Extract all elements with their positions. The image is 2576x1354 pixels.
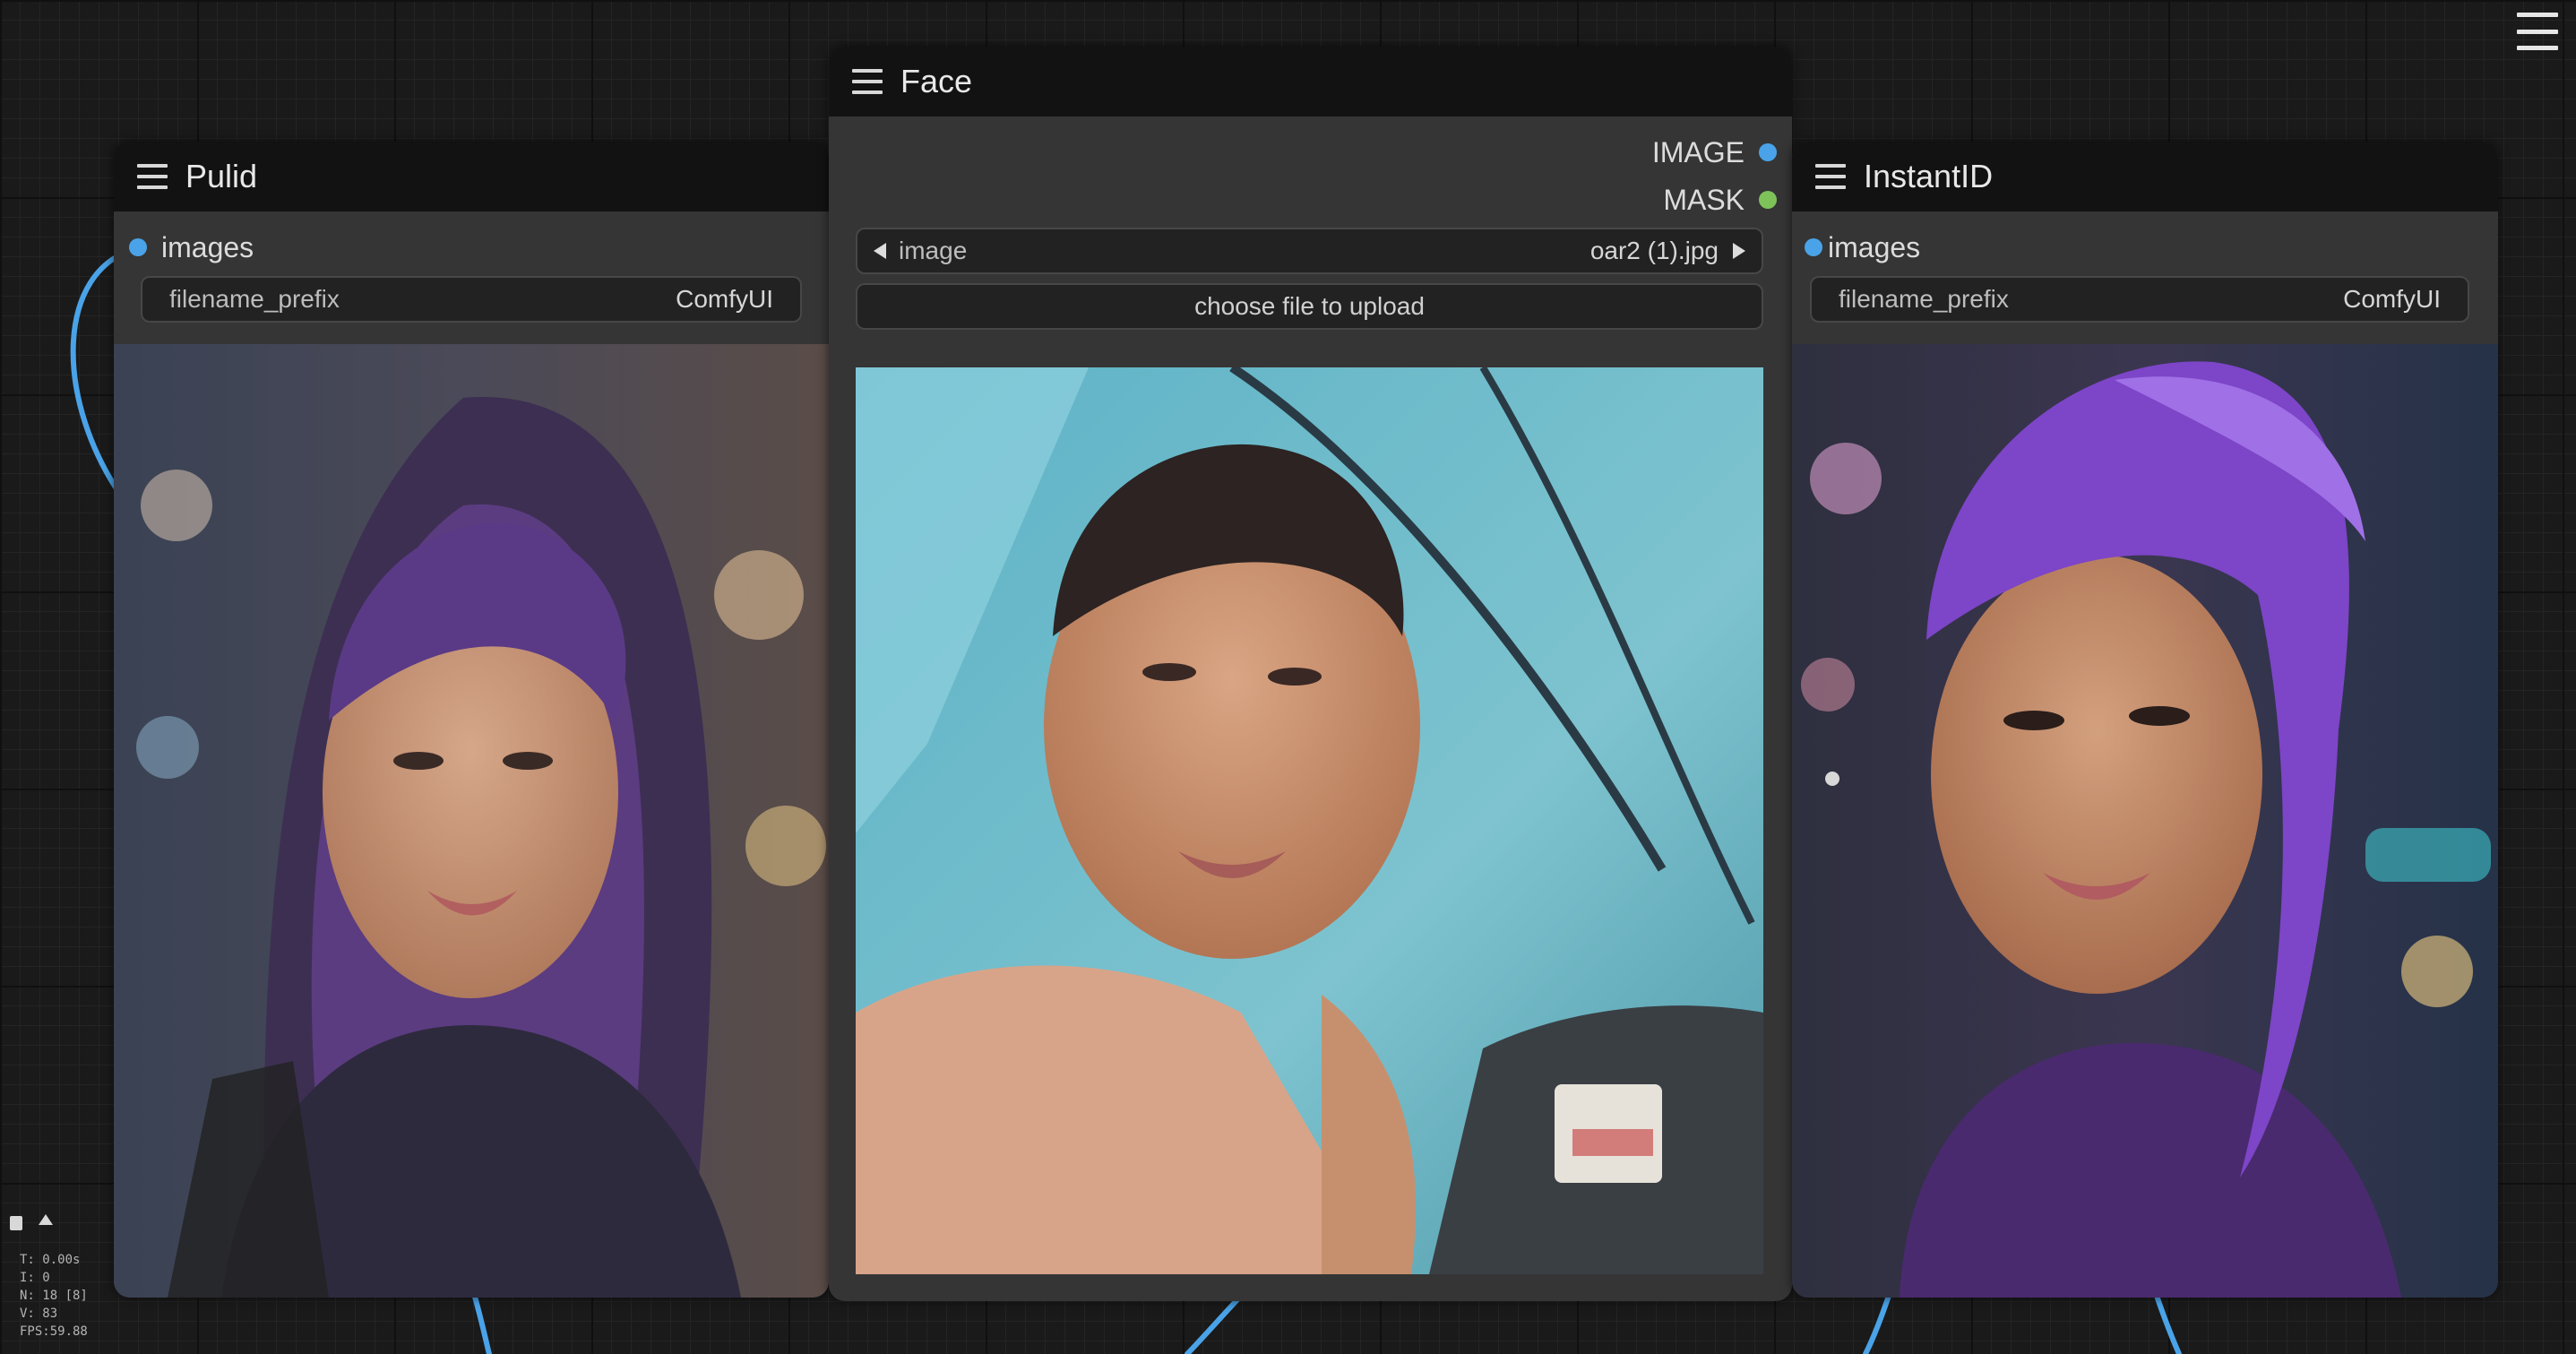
stat-iterations: I: 0 (20, 1271, 50, 1285)
image-combo-widget[interactable]: image oar2 (1).jpg (856, 228, 1763, 274)
wire-instantid-bottom-2 (2152, 1288, 2182, 1354)
node-title: InstantID (1864, 158, 1994, 194)
stat-fps: FPS:59.88 (20, 1324, 88, 1339)
mask-output-label: MASK (1663, 184, 1745, 216)
widget-value: oar2 (1).jpg (1590, 237, 1719, 264)
image-output-slot[interactable] (1759, 143, 1777, 161)
node-title: Pulid (185, 158, 258, 194)
wire-pulid-bottom (470, 1288, 492, 1354)
menu-icon[interactable] (1815, 164, 1846, 189)
render-stats: T: 0.00s I: 0 N: 18 [8] V: 83 FPS:59.88 (20, 1251, 88, 1341)
face-node[interactable]: Face IMAGE MASK image oar2 (1).jpg choos… (829, 47, 1792, 1301)
pulid-node[interactable]: Pulid images filename_prefix ComfyUI (114, 142, 829, 1298)
instantid-output-image (1792, 344, 2498, 1298)
arrow-right-icon[interactable] (1733, 243, 1745, 259)
images-input-slot[interactable] (1805, 238, 1822, 256)
face-node-title-bar[interactable]: Face (829, 47, 1792, 116)
widget-name: filename_prefix (169, 285, 340, 313)
stat-nodes: N: 18 [8] (20, 1289, 88, 1303)
pin-icon[interactable] (39, 1214, 53, 1225)
upload-button[interactable]: choose file to upload (856, 283, 1763, 330)
images-input-slot[interactable] (129, 238, 147, 256)
stat-time: T: 0.00s (20, 1253, 81, 1267)
upload-button-label: choose file to upload (1194, 292, 1425, 320)
filename-prefix-widget[interactable]: filename_prefix ComfyUI (1810, 276, 2469, 323)
wire-instantid-bottom (1863, 1288, 1893, 1354)
widget-value: ComfyUI (676, 285, 773, 313)
app-menu-icon[interactable] (2517, 13, 2558, 50)
pulid-output-image (114, 344, 829, 1298)
menu-icon[interactable] (852, 69, 883, 94)
save-icon[interactable] (10, 1216, 22, 1230)
widget-name: filename_prefix (1839, 285, 2009, 313)
pulid-node-title-bar[interactable]: Pulid (114, 142, 829, 211)
instantid-node-title-bar[interactable]: InstantID (1792, 142, 2498, 211)
instantid-node[interactable]: InstantID images filename_prefix ComfyUI (1792, 142, 2498, 1298)
widget-name: image (899, 237, 968, 264)
widget-value: ComfyUI (2343, 285, 2441, 313)
images-input-label: images (161, 231, 254, 263)
node-title: Face (900, 63, 973, 99)
filename-prefix-widget[interactable]: filename_prefix ComfyUI (141, 276, 802, 323)
image-output-label: IMAGE (1651, 136, 1745, 168)
menu-icon[interactable] (137, 164, 168, 189)
face-preview-image (856, 367, 1763, 1274)
stat-vertices: V: 83 (20, 1307, 58, 1321)
images-input-label: images (1828, 231, 1921, 263)
mask-output-slot[interactable] (1759, 191, 1777, 209)
arrow-left-icon[interactable] (874, 243, 886, 259)
